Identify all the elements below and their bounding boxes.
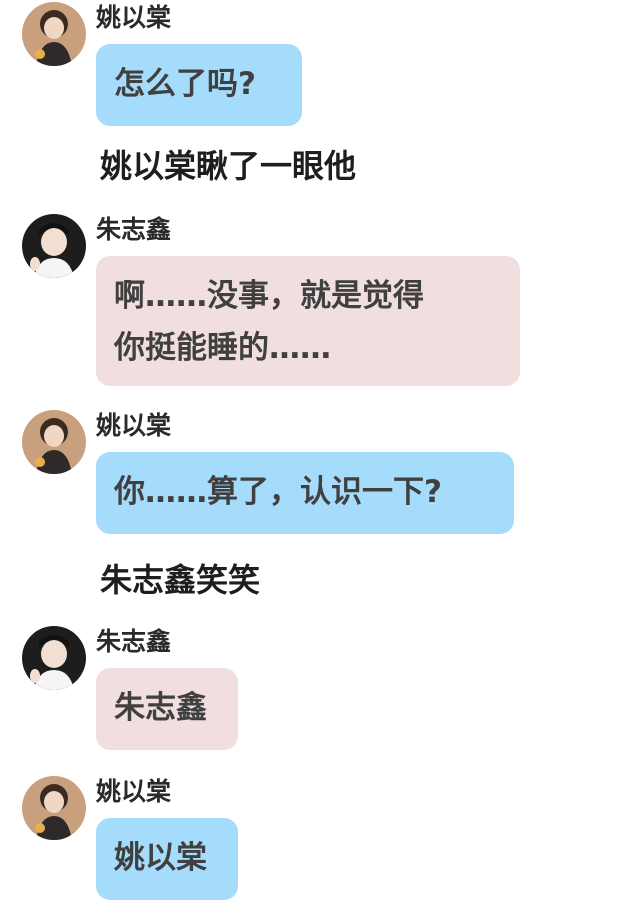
avatar-yao[interactable] <box>22 410 86 474</box>
chat-bubble[interactable]: 姚以棠 <box>96 818 238 900</box>
narration-text: 朱志鑫笑笑 <box>100 561 261 599</box>
message-zhu-1: 朱志鑫 啊……没事，就是觉得 你挺能睡的…… <box>0 214 640 390</box>
chat-bubble[interactable]: 朱志鑫 <box>96 668 238 750</box>
avatar-yao[interactable] <box>22 776 86 840</box>
message-yao-3: 姚以棠 姚以棠 <box>0 776 640 902</box>
sender-name: 朱志鑫 <box>96 627 172 656</box>
avatar-zhu[interactable] <box>22 626 86 690</box>
message-yao-2: 姚以棠 你……算了，认识一下? <box>0 410 640 536</box>
sender-name: 姚以棠 <box>96 411 172 440</box>
chat-bubble[interactable]: 你……算了，认识一下? <box>96 452 514 534</box>
sender-name: 姚以棠 <box>96 3 172 32</box>
chat-bubble[interactable]: 啊……没事，就是觉得 你挺能睡的…… <box>96 256 520 386</box>
message-yao-1: 姚以棠 怎么了吗? <box>0 2 640 126</box>
chat-bubble[interactable]: 怎么了吗? <box>96 44 302 126</box>
avatar-yao[interactable] <box>22 2 86 66</box>
narration-text: 姚以棠瞅了一眼他 <box>100 147 357 185</box>
sender-name: 朱志鑫 <box>96 215 172 244</box>
avatar-zhu[interactable] <box>22 214 86 278</box>
sender-name: 姚以棠 <box>96 777 172 806</box>
message-zhu-2: 朱志鑫 朱志鑫 <box>0 626 640 752</box>
